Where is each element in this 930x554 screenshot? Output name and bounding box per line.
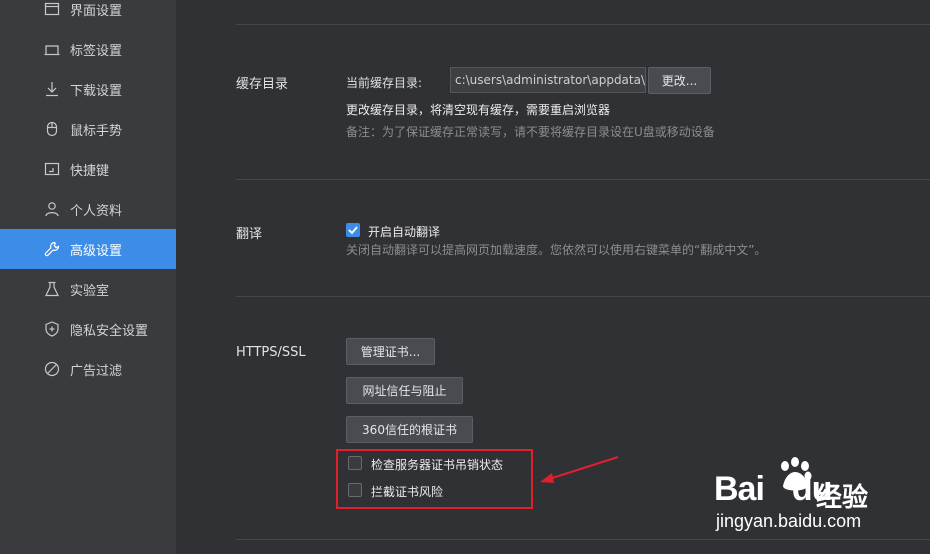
sidebar-item-profile[interactable]: 个人资料 <box>0 189 176 229</box>
sidebar-item-shortcuts[interactable]: 快捷键 <box>0 149 176 189</box>
sidebar-item-tabs[interactable]: 标签设置 <box>0 29 176 69</box>
cache-current-label: 当前缓存目录: <box>346 76 423 90</box>
sidebar-item-label: 快捷键 <box>70 163 110 179</box>
tab-icon <box>43 40 61 58</box>
sidebar-item-lab[interactable]: 实验室 <box>0 269 176 309</box>
sidebar-item-label: 界面设置 <box>70 3 123 19</box>
block-icon <box>43 360 61 378</box>
sidebar-item-interface[interactable]: 界面设置 <box>0 0 176 29</box>
divider <box>236 179 930 180</box>
check-icon <box>348 226 358 235</box>
sidebar: 界面设置 标签设置 下载设置 鼠标手势 快捷键 个人资料 高级设置 实验室 隐私… <box>0 0 176 554</box>
sidebar-item-label: 标签设置 <box>70 43 123 59</box>
trusted-root-certs-button[interactable]: 360信任的根证书 <box>346 416 473 443</box>
sidebar-item-mouse[interactable]: 鼠标手势 <box>0 109 176 149</box>
sidebar-item-label: 鼠标手势 <box>70 123 123 139</box>
manage-certificates-button[interactable]: 管理证书... <box>346 338 435 365</box>
change-cache-button[interactable]: 更改... <box>648 67 711 94</box>
sidebar-item-label: 广告过滤 <box>70 363 123 379</box>
keyboard-icon <box>43 160 61 178</box>
annotation-arrow-icon <box>540 456 619 483</box>
watermark-url: jingyan.baidu.com <box>716 511 862 531</box>
window-icon <box>43 0 61 18</box>
sidebar-item-label: 高级设置 <box>70 243 123 259</box>
sidebar-item-label: 隐私安全设置 <box>70 323 149 339</box>
download-icon <box>43 80 61 98</box>
sidebar-item-label: 个人资料 <box>70 203 123 219</box>
cache-path-input[interactable]: c:\users\administrator\appdata\l <box>450 67 646 93</box>
sidebar-item-privacy[interactable]: 隐私安全设置 <box>0 309 176 349</box>
site-trust-block-button[interactable]: 网址信任与阻止 <box>346 377 463 404</box>
highlight-box <box>336 449 533 509</box>
mouse-icon <box>43 120 61 138</box>
wrench-icon <box>43 240 61 258</box>
sidebar-item-label: 实验室 <box>70 283 110 299</box>
flask-icon <box>43 280 61 298</box>
https-section-label: HTTPS/SSL <box>236 345 306 360</box>
cache-notice: 更改缓存目录，将清空现有缓存，需要重启浏览器 <box>346 103 611 117</box>
cache-note: 备注：为了保证缓存正常读写，请不要将缓存目录设在U盘或移动设备 <box>346 125 715 139</box>
sidebar-item-adblock[interactable]: 广告过滤 <box>0 349 176 389</box>
divider <box>236 24 930 25</box>
translate-description: 关闭自动翻译可以提高网页加载速度。您依然可以使用右键菜单的“翻成中文”。 <box>346 243 767 257</box>
user-icon <box>43 200 61 218</box>
shield-icon <box>43 320 61 338</box>
divider <box>236 296 930 297</box>
baidu-paw-icon <box>781 457 812 491</box>
watermark-brand: Bai du <box>714 470 832 508</box>
watermark-suffix: 经验 <box>816 483 869 513</box>
cache-section-label: 缓存目录 <box>236 77 289 92</box>
sidebar-item-download[interactable]: 下载设置 <box>0 69 176 109</box>
divider <box>236 539 930 540</box>
translate-section-label: 翻译 <box>236 227 263 242</box>
sidebar-item-advanced[interactable]: 高级设置 <box>0 229 176 269</box>
auto-translate-checkbox[interactable] <box>346 223 360 237</box>
auto-translate-label: 开启自动翻译 <box>368 225 441 239</box>
sidebar-item-label: 下载设置 <box>70 83 123 99</box>
